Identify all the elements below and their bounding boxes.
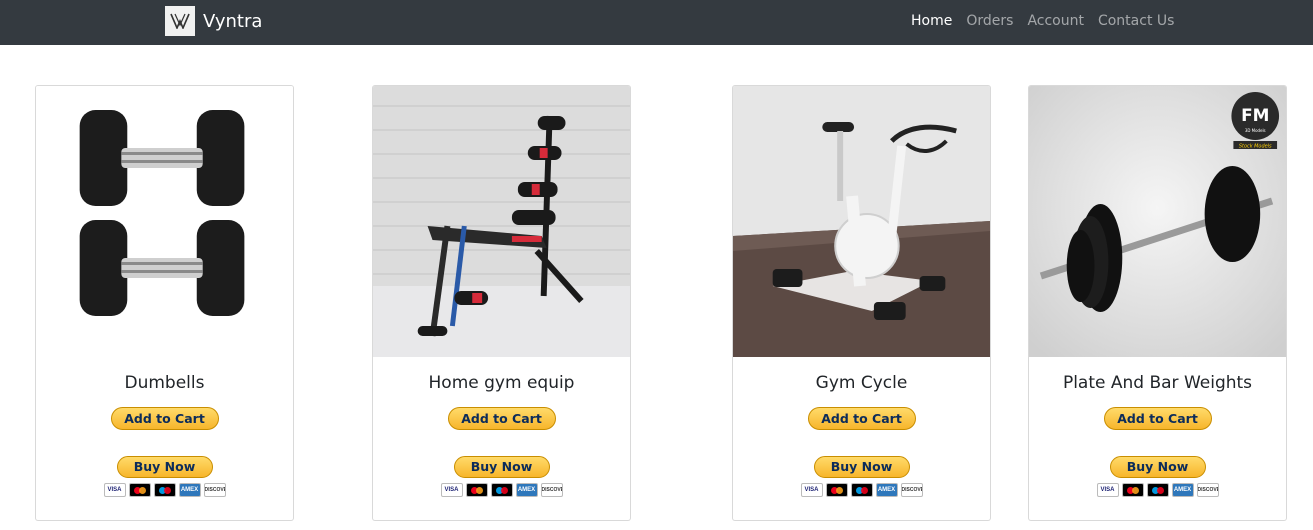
maestro-icon (850, 483, 873, 497)
visa-icon: VISA (440, 483, 463, 497)
maestro-icon (153, 483, 176, 497)
top-navbar: Vyntra Home Orders Account Contact Us (0, 0, 1313, 45)
exercise-bike-image[interactable] (733, 86, 990, 357)
home-gym-bench-image[interactable] (373, 86, 630, 357)
product-card-plate-and-bar-weights: FM 3D Models Stock Models Plate And Bar … (1028, 85, 1287, 521)
buy-now-button[interactable]: Buy Now (116, 456, 213, 478)
product-card-dumbells: Dumbells Add to Cart Buy Now VISA AMEX D… (35, 85, 294, 521)
add-to-cart-button[interactable]: Add to Cart (447, 407, 556, 430)
nav-contact-us[interactable]: Contact Us (1098, 12, 1174, 30)
amex-icon: AMEX (178, 483, 201, 497)
visa-icon: VISA (103, 483, 126, 497)
payment-cards: VISA AMEX DISCOVER (800, 483, 923, 497)
buy-now-button[interactable]: Buy Now (453, 456, 550, 478)
svg-text:FM: FM (1241, 105, 1269, 125)
dumbbells-image[interactable] (36, 86, 293, 357)
amex-icon: AMEX (875, 483, 898, 497)
nav-orders[interactable]: Orders (966, 12, 1013, 30)
add-to-cart-button[interactable]: Add to Cart (1103, 407, 1212, 430)
product-title[interactable]: Home gym equip (373, 373, 630, 393)
svg-text:Stock Models: Stock Models (1239, 143, 1272, 149)
mastercard-icon (128, 483, 151, 497)
product-title[interactable]: Dumbells (36, 373, 293, 393)
payment-cards: VISA AMEX DISCOVER (1096, 483, 1219, 497)
main-nav: Home Orders Account Contact Us (911, 12, 1188, 30)
product-card-home-gym-equip: Home gym equip Add to Cart Buy Now VISA … (372, 85, 631, 521)
mastercard-icon (1121, 483, 1144, 497)
visa-icon: VISA (800, 483, 823, 497)
product-card-gym-cycle: Gym Cycle Add to Cart Buy Now VISA AMEX … (732, 85, 991, 521)
brand-name: Vyntra (203, 10, 263, 32)
mastercard-icon (465, 483, 488, 497)
payment-cards: VISA AMEX DISCOVER (103, 483, 226, 497)
product-title[interactable]: Plate And Bar Weights (1029, 373, 1286, 393)
visa-icon: VISA (1096, 483, 1119, 497)
discover-icon: DISCOVER (900, 483, 923, 497)
nav-home[interactable]: Home (911, 12, 952, 30)
discover-icon: DISCOVER (540, 483, 563, 497)
add-to-cart-button[interactable]: Add to Cart (110, 407, 219, 430)
discover-icon: DISCOVER (1196, 483, 1219, 497)
payment-cards: VISA AMEX DISCOVER (440, 483, 563, 497)
brand[interactable]: Vyntra (165, 5, 262, 37)
svg-text:3D Models: 3D Models (1245, 128, 1266, 133)
maestro-icon (1146, 483, 1169, 497)
amex-icon: AMEX (515, 483, 538, 497)
add-to-cart-button[interactable]: Add to Cart (807, 407, 916, 430)
brand-logo-icon (165, 6, 195, 36)
barbell-image[interactable]: FM 3D Models Stock Models (1029, 86, 1286, 357)
maestro-icon (490, 483, 513, 497)
discover-icon: DISCOVER (203, 483, 226, 497)
buy-now-button[interactable]: Buy Now (813, 456, 910, 478)
product-title[interactable]: Gym Cycle (733, 373, 990, 393)
amex-icon: AMEX (1171, 483, 1194, 497)
nav-account[interactable]: Account (1027, 12, 1084, 30)
buy-now-button[interactable]: Buy Now (1109, 456, 1206, 478)
mastercard-icon (825, 483, 848, 497)
